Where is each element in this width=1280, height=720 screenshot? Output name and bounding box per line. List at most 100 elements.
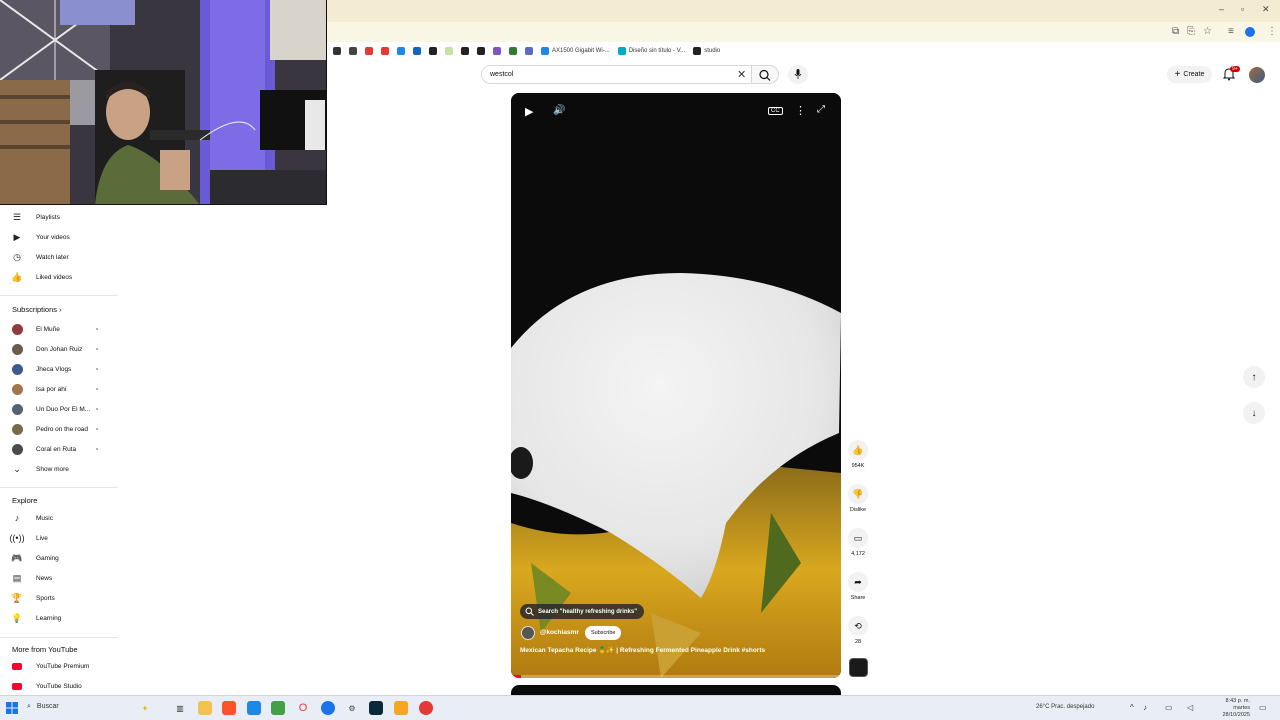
bookmark-item[interactable] [379, 46, 391, 55]
create-button[interactable]: + Create [1167, 66, 1212, 83]
maximize-icon[interactable]: ▫ [1241, 4, 1244, 14]
account-avatar[interactable] [1249, 67, 1265, 83]
sidebar-item-news[interactable]: ▤ News [0, 569, 118, 587]
edge-icon[interactable] [247, 701, 261, 715]
share-action[interactable]: ➦ Share [846, 572, 870, 601]
like-icon[interactable]: 👍 [848, 440, 868, 460]
next-short-button[interactable]: ↓ [1243, 402, 1265, 424]
task-view-icon[interactable]: ▥ [173, 701, 187, 715]
captions-icon[interactable]: CC [768, 107, 783, 115]
translate-icon[interactable]: ⎘ [1187, 26, 1195, 37]
volume-icon[interactable]: 🔊 [553, 105, 565, 116]
subscribe-button[interactable]: Subscribe [585, 626, 622, 640]
sidebar-item-subscription[interactable]: Jheca Vlogs [0, 360, 118, 378]
bookmark-item[interactable] [523, 46, 535, 55]
remix-action[interactable]: ⟲ 28 [846, 616, 870, 645]
sidebar-item-subscription[interactable]: El Muñe [0, 320, 118, 338]
shorts-player[interactable]: ▶ 🔊 CC ⋮ ⤢ Search "healthy refreshing dr… [511, 93, 841, 678]
bookmark-item[interactable] [427, 46, 439, 55]
network-icon[interactable]: ▭ [1165, 703, 1173, 712]
obs-like-icon[interactable] [394, 701, 408, 715]
more-options-icon[interactable]: ⋮ [795, 104, 806, 117]
sidebar-item-subscription[interactable]: Pedro on the road [0, 420, 118, 438]
progress-bar[interactable] [511, 675, 841, 678]
fullscreen-icon[interactable]: ⤢ [817, 104, 825, 115]
sidebar-item-sports[interactable]: 🏆 Sports [0, 589, 118, 607]
bookmark-item[interactable]: AX1500 Gigabit Wi-... [539, 46, 612, 55]
sidebar-item-watch-later[interactable]: ◷ Watch later [0, 248, 118, 266]
sidebar-item-subscription[interactable]: Un Duo Por El M... [0, 400, 118, 418]
bookmark-item[interactable] [443, 46, 455, 55]
search-box[interactable]: westcol ✕ [481, 65, 752, 84]
search-input[interactable]: westcol [490, 71, 513, 78]
bookmark-item[interactable]: Diseño sin título - V... [616, 46, 687, 55]
search-suggestion-chip[interactable]: Search "healthy refreshing drinks" [520, 604, 645, 619]
sidebar-item-learning[interactable]: 💡 Learning [0, 609, 118, 627]
sidebar-item-youtube-studio[interactable]: YouTube Studio [0, 677, 118, 695]
next-short-preview[interactable] [511, 685, 841, 695]
sidebar-item-gaming[interactable]: 🎮 Gaming [0, 549, 118, 567]
record-app-icon[interactable] [419, 701, 433, 715]
comments-action[interactable]: ▭ 4,172 [846, 528, 870, 557]
app-green-icon[interactable] [271, 701, 285, 715]
sidebar-item-youtube-premium[interactable]: YouTube Premium [0, 657, 118, 675]
sidebar-item-subscription[interactable]: Isa por ahí [0, 380, 118, 398]
opera-icon[interactable]: O [296, 701, 310, 715]
bookmark-item[interactable] [411, 46, 423, 55]
install-icon[interactable]: ⧉ [1172, 26, 1179, 37]
bookmark-item[interactable] [507, 46, 519, 55]
file-explorer-icon[interactable] [198, 701, 212, 715]
terminal-icon[interactable] [369, 701, 383, 715]
share-icon[interactable]: ➦ [848, 572, 868, 592]
remix-icon[interactable]: ⟲ [848, 616, 868, 636]
dislike-icon[interactable]: 👎 [848, 484, 868, 504]
sidebar-item-subscription[interactable]: Don Johan Ruiz [0, 340, 118, 358]
sidebar-item-subscription[interactable]: Coral en Ruta [0, 440, 118, 458]
volume-tray-icon[interactable]: ◁ [1187, 703, 1193, 712]
star-icon[interactable]: ☆ [1203, 26, 1212, 37]
sidebar-item-playlists[interactable]: ☰ Playlists [0, 208, 118, 226]
voice-search-button[interactable] [788, 65, 808, 84]
brave-icon[interactable] [222, 701, 236, 715]
dislike-action[interactable]: 👎 Dislike [846, 484, 870, 513]
chrome-icon[interactable] [321, 701, 335, 715]
channel-name[interactable]: @kochiasmr [540, 629, 579, 636]
taskbar-search[interactable]: ⌕ Buscar [27, 703, 59, 711]
browser-menu-icon[interactable]: ⋮ [1267, 26, 1277, 37]
search-button[interactable] [752, 65, 779, 84]
profile-icon[interactable] [1245, 27, 1255, 37]
sidebar-item-liked-videos[interactable]: 👍 Liked videos [0, 268, 118, 286]
weather-widget[interactable]: 26°C Prac. despejado [1036, 704, 1094, 710]
bookmark-item[interactable] [347, 46, 359, 55]
notification-center-icon[interactable]: ▭ [1259, 703, 1267, 712]
copilot-icon[interactable]: ✦ [138, 701, 152, 715]
comment-icon[interactable]: ▭ [848, 528, 868, 548]
tray-chevron-icon[interactable]: ^ [1130, 703, 1134, 712]
bookmark-item[interactable] [459, 46, 471, 55]
bookmark-item[interactable] [395, 46, 407, 55]
bookmark-item[interactable] [491, 46, 503, 55]
play-icon[interactable]: ▶ [525, 105, 533, 118]
sidebar-item-your-videos[interactable]: ▶ Your videos [0, 228, 118, 246]
previous-short-button[interactable]: ↑ [1243, 366, 1265, 388]
short-title[interactable]: Mexican Tepacha Recipe 🍍✨ | Refreshing F… [520, 646, 770, 656]
bookmark-item[interactable] [331, 46, 343, 55]
close-window-icon[interactable]: ✕ [1262, 4, 1270, 15]
taskbar-clock[interactable]: 8:43 p. m. martes 28/10/2025 [1216, 698, 1250, 719]
channel-avatar[interactable] [521, 626, 535, 640]
bookmark-item[interactable] [475, 46, 487, 55]
clear-search-icon[interactable]: ✕ [737, 68, 746, 81]
minimize-icon[interactable]: – [1219, 4, 1224, 14]
sidebar-item-music[interactable]: ♪ Music [0, 509, 118, 527]
bookmark-item[interactable] [363, 46, 375, 55]
windows-start-icon[interactable] [6, 702, 18, 714]
mic-tray-icon[interactable]: ♪ [1143, 703, 1147, 712]
settings-icon[interactable]: ⚙ [345, 701, 359, 715]
like-action[interactable]: 👍 954K [846, 440, 870, 469]
extensions-icon[interactable]: ≡ [1228, 26, 1234, 37]
sidebar-item-live[interactable]: ((•)) Live [0, 529, 118, 547]
subscriptions-heading[interactable]: Subscriptions › [12, 305, 61, 314]
sound-thumbnail[interactable] [849, 658, 868, 677]
show-more-button[interactable]: ⌄ Show more [0, 460, 118, 478]
bookmark-item[interactable]: studio [691, 46, 722, 55]
